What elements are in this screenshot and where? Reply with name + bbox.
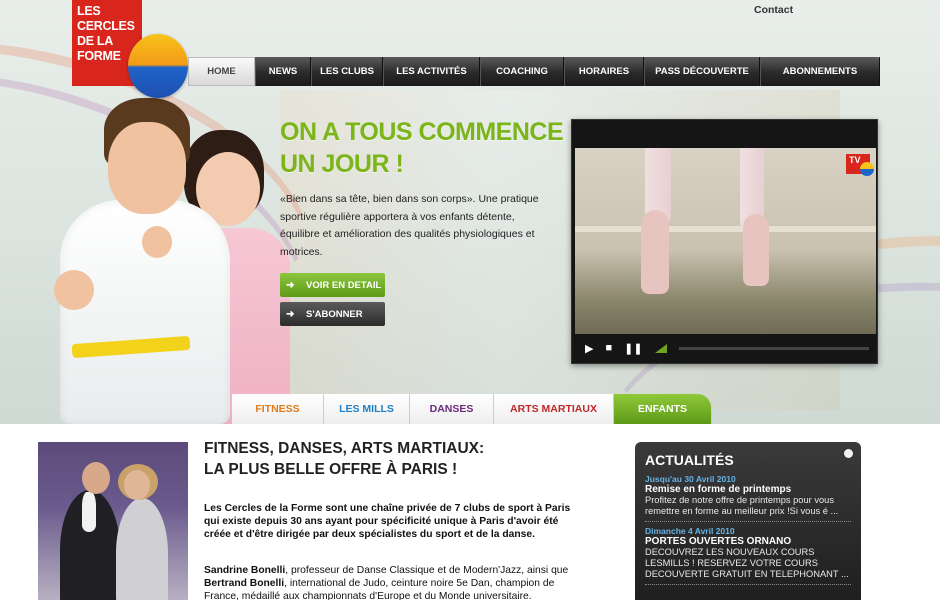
news-text: DECOUVREZ LES NOUVEAUX COURS LESMILLS ! … bbox=[645, 547, 849, 579]
arrow-right-icon: ➜ bbox=[286, 279, 295, 291]
pause-icon[interactable]: ❚❚ bbox=[624, 342, 642, 355]
news-title: ACTUALITÉS bbox=[645, 452, 734, 468]
boy-illustration bbox=[142, 226, 172, 258]
news-date: Jusqu'au 30 Avril 2010 bbox=[645, 474, 736, 484]
news-item[interactable]: Dimanche 4 Avril 2010 PORTES OUVERTES OR… bbox=[645, 526, 851, 585]
video-frame-detail bbox=[743, 214, 769, 286]
content-paragraph-founders: Sandrine Bonelli, professeur de Danse Cl… bbox=[204, 564, 582, 600]
stop-icon[interactable]: ■ bbox=[605, 342, 612, 354]
hero-headline: ON A TOUS COMMENCE UN JOUR ! bbox=[280, 118, 564, 178]
nav-item-activities[interactable]: LES ACTIVITÉS bbox=[383, 57, 480, 86]
logo-text: LES CERCLES DE LA FORME bbox=[77, 4, 135, 63]
tab-les-mills[interactable]: LES MILLS bbox=[324, 394, 410, 424]
content-paragraph: Les Cercles de la Forme sont une chaîne … bbox=[204, 503, 571, 540]
site-logo[interactable]: LES CERCLES DE LA FORME bbox=[72, 0, 188, 100]
main-nav: HOME NEWS LES CLUBS LES ACTIVITÉS COACHI… bbox=[188, 57, 880, 86]
arrow-right-icon: ➜ bbox=[286, 308, 295, 320]
news-headline[interactable]: PORTES OUVERTES ORNANO bbox=[645, 536, 851, 547]
nav-item-clubs[interactable]: LES CLUBS bbox=[311, 57, 383, 86]
news-item[interactable]: Jusqu'au 30 Avril 2010 Remise en forme d… bbox=[645, 474, 851, 522]
founder-name: Bertrand Bonelli bbox=[204, 578, 285, 589]
tab-arts-martiaux[interactable]: ARTS MARTIAUX bbox=[494, 394, 614, 424]
volume-icon[interactable] bbox=[654, 343, 667, 353]
founders-photo bbox=[38, 442, 188, 600]
video-frame-detail bbox=[575, 226, 876, 232]
boy-illustration bbox=[108, 122, 186, 214]
boy-illustration bbox=[54, 270, 94, 310]
video-screen[interactable]: TV bbox=[575, 148, 876, 334]
tab-enfants[interactable]: ENFANTS bbox=[614, 394, 712, 424]
view-detail-label: VOIR EN DETAIL bbox=[306, 279, 382, 291]
nav-item-home[interactable]: HOME bbox=[188, 57, 255, 86]
tv-logo-icon bbox=[860, 162, 874, 176]
news-date: Dimanche 4 Avril 2010 bbox=[645, 526, 735, 536]
news-dot-icon[interactable] bbox=[844, 449, 853, 458]
hero-intro: «Bien dans sa tête, bien dans son corps»… bbox=[280, 193, 539, 258]
founders-photo bbox=[116, 498, 168, 600]
nav-item-schedule[interactable]: HORAIRES bbox=[564, 57, 644, 86]
news-headline[interactable]: Remise en forme de printemps bbox=[645, 484, 851, 495]
video-progress-bar[interactable] bbox=[678, 346, 869, 350]
content-title: FITNESS, DANSES, ARTS MARTIAUX: LA PLUS … bbox=[204, 440, 485, 478]
subscribe-label: S'ABONNER bbox=[306, 308, 363, 320]
news-box: ACTUALITÉS Jusqu'au 30 Avril 2010 Remise… bbox=[635, 442, 861, 600]
nav-item-news[interactable]: NEWS bbox=[255, 57, 311, 86]
nav-item-discovery-pass[interactable]: PASS DÉCOUVERTE bbox=[644, 57, 760, 86]
subscribe-button[interactable]: ➜ S'ABONNER bbox=[280, 302, 385, 326]
tab-danses[interactable]: DANSES bbox=[410, 394, 494, 424]
founder-name: Sandrine Bonelli bbox=[204, 565, 286, 576]
contact-link[interactable]: Contact bbox=[754, 4, 793, 16]
video-player[interactable]: TV ▶ ■ ❚❚ bbox=[571, 119, 878, 364]
view-detail-button[interactable]: ➜ VOIR EN DETAIL bbox=[280, 273, 385, 297]
founder-desc: , professeur de Danse Classique et de Mo… bbox=[285, 565, 569, 576]
founders-photo bbox=[82, 462, 110, 494]
news-text: Profitez de notre offre de printemps pou… bbox=[645, 495, 839, 516]
play-icon[interactable]: ▶ bbox=[585, 342, 593, 355]
nav-item-subscriptions[interactable]: ABONNEMENTS bbox=[760, 57, 880, 86]
tab-fitness[interactable]: FITNESS bbox=[232, 394, 324, 424]
logo-ball-icon bbox=[128, 34, 188, 98]
category-tabs: FITNESS LES MILLS DANSES ARTS MARTIAUX E… bbox=[232, 394, 712, 424]
video-frame-detail bbox=[641, 210, 669, 294]
nav-item-coaching[interactable]: COACHING bbox=[480, 57, 564, 86]
video-controls: ▶ ■ ❚❚ bbox=[575, 339, 876, 357]
founders-photo bbox=[82, 492, 96, 532]
founders-photo bbox=[124, 470, 150, 500]
